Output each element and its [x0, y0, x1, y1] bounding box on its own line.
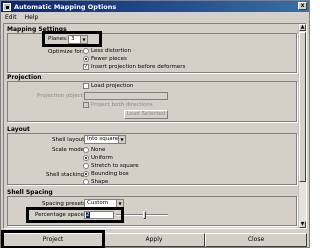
optimize-fewer-pieces-label: Fewer pieces [91, 56, 127, 62]
scrollbar-thumb[interactable] [299, 32, 306, 182]
shell-stacking-bounding-box-radio[interactable]: Bounding box [83, 171, 129, 177]
scale-mode-label: Scale mode: [52, 147, 86, 153]
projection-object-label: Projection object: [37, 93, 85, 99]
scale-mode-none-radio[interactable]: None [83, 147, 105, 153]
optimize-fewer-pieces-radio[interactable]: Fewer pieces [83, 56, 127, 62]
checkbox-icon [83, 102, 89, 108]
radio-selected-icon [83, 56, 89, 62]
insert-projection-checkbox[interactable]: ✓ Insert projection before deformers [83, 64, 185, 70]
radio-icon [83, 48, 89, 54]
scale-mode-stretch-label: Stretch to square [91, 163, 139, 169]
window-title: Automatic Mapping Options [14, 2, 117, 11]
optimize-for-label: Optimize for: [48, 49, 84, 55]
highlight-planes [42, 31, 102, 47]
shell-layout-label: Shell layout: [52, 137, 87, 143]
close-window-button[interactable]: x [298, 2, 307, 10]
window-app-icon [3, 2, 11, 11]
menu-help[interactable]: Help [25, 14, 39, 21]
load-projection-checkbox[interactable]: Load projection [83, 83, 133, 89]
percentage-space-slider-thumb[interactable] [143, 211, 147, 219]
close-button[interactable]: Close [205, 233, 307, 247]
project-both-directions-label: Project both directions [91, 102, 153, 108]
scroll-down-arrow-icon[interactable]: ▼ [299, 221, 306, 228]
shell-stacking-shape-radio[interactable]: Shape [83, 179, 108, 185]
insert-projection-label: Insert projection before deformers [91, 64, 186, 70]
chevron-down-icon: ▼ [118, 136, 125, 143]
shell-layout-value: Into square [87, 136, 119, 142]
shell-stacking-bounding-box-label: Bounding box [91, 171, 129, 177]
menu-edit[interactable]: Edit [5, 14, 17, 21]
radio-selected-icon [83, 171, 89, 177]
radio-icon [83, 179, 89, 185]
highlight-project-button [1, 230, 105, 248]
radio-selected-icon [83, 155, 89, 161]
optimize-less-distortion-label: Less distortion [91, 48, 132, 54]
menu-bar: Edit Help [1, 12, 309, 22]
options-scroll-area: Mapping Settings Planes: 3 ▼ Optimize fo… [3, 23, 307, 229]
shell-stacking-label: Shell stacking: [46, 172, 87, 178]
scale-mode-uniform-radio[interactable]: Uniform [83, 155, 113, 161]
shell-layout-dropdown[interactable]: Into square ▼ [84, 135, 126, 144]
highlight-percentage-space [26, 207, 124, 223]
vertical-scrollbar[interactable]: ▲ ▼ [298, 24, 306, 228]
scroll-up-arrow-icon[interactable]: ▲ [299, 24, 306, 31]
scale-mode-uniform-label: Uniform [91, 155, 113, 161]
scale-mode-none-label: None [91, 147, 106, 153]
shell-spacing-header[interactable]: Shell Spacing [7, 189, 53, 196]
chevron-down-icon: ▼ [116, 200, 123, 207]
radio-icon [83, 163, 89, 169]
scale-mode-stretch-radio[interactable]: Stretch to square [83, 163, 139, 169]
radio-icon [83, 147, 89, 153]
project-both-directions-checkbox[interactable]: Project both directions [83, 102, 153, 108]
load-projection-label: Load projection [91, 83, 134, 89]
checkmark-icon: ✓ [83, 64, 89, 70]
checkbox-icon [83, 83, 89, 89]
title-bar: Automatic Mapping Options x [1, 1, 309, 12]
projection-object-field[interactable] [84, 92, 168, 100]
shell-stacking-shape-label: Shape [91, 179, 109, 185]
apply-button[interactable]: Apply [103, 233, 205, 247]
load-selected-button[interactable]: Load Selected [124, 110, 168, 119]
spacing-presets-value: Custom [87, 200, 109, 206]
projection-header[interactable]: Projection [7, 74, 41, 81]
optimize-less-distortion-radio[interactable]: Less distortion [83, 48, 131, 54]
layout-header[interactable]: Layout [7, 126, 30, 133]
automatic-mapping-options-window: Automatic Mapping Options x Edit Help Ma… [0, 0, 310, 248]
